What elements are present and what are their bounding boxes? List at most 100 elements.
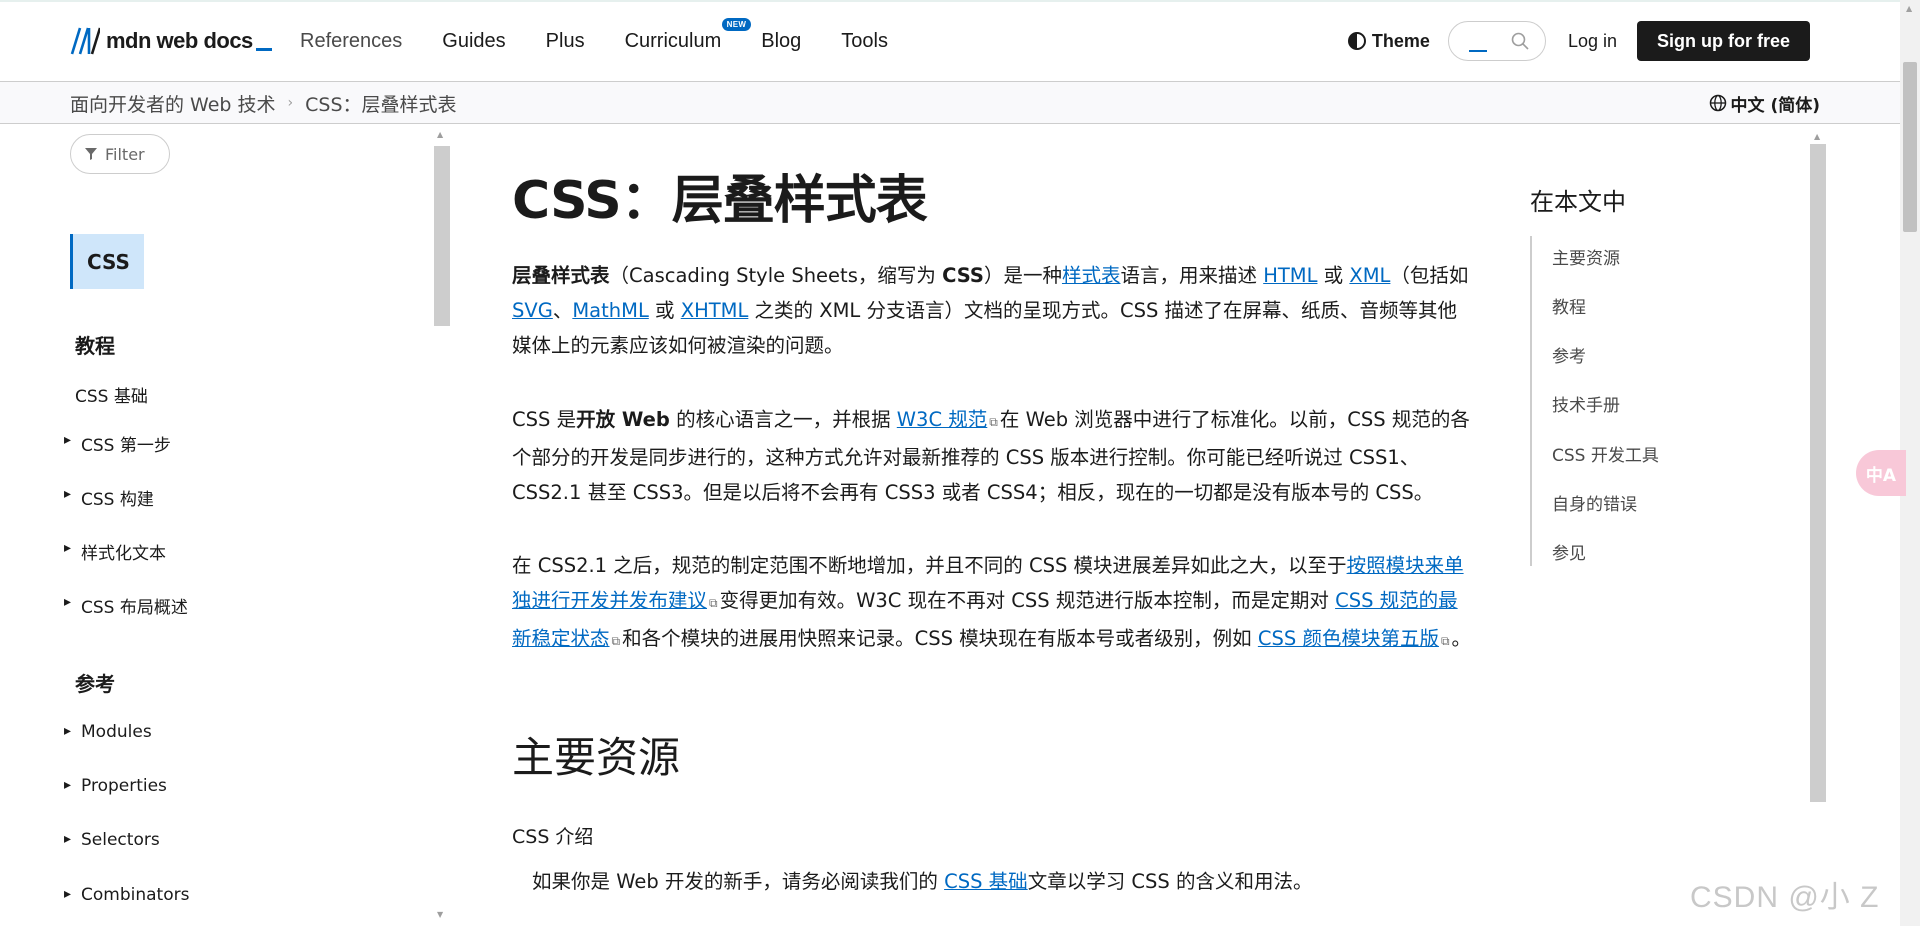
sidebar: Filter CSS 教程 CSS 基础 CSS 第一步 CSS 构建 样式化文… — [0, 124, 450, 926]
toc-item-cookbook[interactable]: 技术手册 — [1552, 391, 1620, 416]
sidebar-scrollbar-thumb[interactable] — [434, 146, 450, 326]
external-link-icon: ⧉ — [709, 596, 718, 610]
toc-title: 在本文中 — [1530, 188, 1626, 216]
csdn-watermark: CSDN @小 Z — [1690, 881, 1880, 914]
new-badge: NEW — [721, 17, 752, 31]
text: 或 — [648, 299, 681, 322]
sidebar-item-css-layout[interactable]: CSS 布局概述 — [64, 593, 188, 618]
toc-item-meta-bugs[interactable]: 自身的错误 — [1552, 490, 1637, 515]
link-mathml[interactable]: MathML — [572, 299, 648, 322]
toc-item-see-also[interactable]: 参见 — [1552, 539, 1586, 564]
text: 如果你是 Web 开发的新手，请务必阅读我们的 — [532, 870, 945, 893]
theme-button[interactable]: Theme — [1347, 30, 1430, 52]
sidebar-item-modules[interactable]: Modules — [64, 722, 152, 742]
toc-item-tutorials[interactable]: 教程 — [1552, 293, 1586, 318]
toc-list: 主要资源 教程 参考 技术手册 CSS 开发工具 自身的错误 参见 — [1530, 236, 1750, 566]
sidebar-item-properties[interactable]: Properties — [64, 776, 167, 796]
sidebar-heading-tutorials: 教程 — [75, 334, 115, 358]
toc-item-devtools[interactable]: CSS 开发工具 — [1552, 441, 1659, 466]
link-svg[interactable]: SVG — [512, 299, 553, 322]
sidebar-item-styling-text[interactable]: 样式化文本 — [64, 539, 166, 564]
article: CSS：层叠样式表 层叠样式表（Cascading Style Sheets，缩… — [512, 124, 1472, 926]
sidebar-item-selectors[interactable]: Selectors — [64, 830, 160, 850]
theme-label: Theme — [1371, 30, 1430, 51]
intro-description: 如果你是 Web 开发的新手，请务必阅读我们的 CSS 基础文章以学习 CSS … — [532, 865, 1312, 894]
main-nav: References Guides Plus Curriculum NEW Blo… — [300, 0, 928, 82]
text: 、 — [552, 299, 573, 322]
window-scroll-up-icon[interactable]: ▲ — [1906, 4, 1912, 13]
toc-item-reference[interactable]: 参考 — [1552, 342, 1586, 367]
signup-button[interactable]: Sign up for free — [1636, 21, 1810, 61]
text: （包括如 — [1390, 264, 1469, 287]
language-label: 中文 (简体) — [1730, 95, 1820, 116]
link-color-module[interactable]: CSS 颜色模块第五版 — [1258, 627, 1439, 650]
nav-blog[interactable]: Blog — [761, 30, 801, 53]
text: 的核心语言之一，并根据 — [669, 408, 897, 431]
globe-icon — [1709, 94, 1726, 112]
text: 和各个模块的进展用快照来记录。CSS 模块现在有版本号或者级别，例如 — [622, 627, 1258, 650]
sidebar-item-css-active[interactable]: CSS — [70, 234, 144, 289]
search-cursor-icon — [1468, 50, 1487, 52]
text: ）是一种 — [983, 264, 1062, 287]
login-link[interactable]: Log in — [1568, 31, 1617, 52]
search-input[interactable] — [1447, 21, 1546, 61]
search-icon — [1511, 32, 1529, 50]
open-web-paragraph: CSS 是开放 Web 的核心语言之一，并根据 W3C 规范 ⧉ 在 Web 浏览器… — [512, 402, 1472, 510]
breadcrumb: 面向开发者的 Web 技术 › CSS：层叠样式表 — [70, 82, 457, 124]
link-stylesheet[interactable]: 样式表 — [1062, 264, 1121, 287]
sidebar-scroll-up-icon[interactable]: ▲ — [437, 130, 443, 139]
translate-float-button[interactable]: 中A — [1856, 450, 1906, 496]
breadcrumb-bar: 面向开发者的 Web 技术 › CSS：层叠样式表 中文 (简体) — [0, 82, 1900, 124]
text: CSS 是 — [512, 408, 577, 431]
text: 文章以学习 CSS 的含义和用法。 — [1027, 870, 1313, 893]
table-of-contents: 在本文中 主要资源 教程 参考 技术手册 CSS 开发工具 自身的错误 参见 — [1530, 124, 1830, 624]
breadcrumb-separator-icon: › — [287, 95, 294, 111]
nav-guides[interactable]: Guides — [442, 30, 505, 53]
external-link-icon: ⧉ — [611, 634, 621, 648]
page-title: CSS：层叠样式表 — [512, 171, 928, 231]
language-switcher[interactable]: 中文 (简体) — [1709, 82, 1820, 124]
sidebar-item-combinators[interactable]: Combinators — [64, 885, 189, 905]
nav-plus[interactable]: Plus — [546, 30, 585, 53]
sidebar-scroll-down-icon[interactable]: ▼ — [437, 910, 443, 919]
logo-text: mdn web docs — [106, 28, 253, 53]
toc-item-key-resources[interactable]: 主要资源 — [1552, 244, 1620, 269]
mdn-logo-icon — [70, 27, 100, 55]
text: 在 CSS2.1 之后，规范的制定范围不断地增加，并且不同的 CSS 模块进展差… — [512, 554, 1347, 577]
text: 变得更加有效。W3C 现在不再对 CSS 规范进行版本控制，而是定期对 — [719, 589, 1336, 612]
text: 。 — [1451, 627, 1472, 650]
bold-css: CSS — [942, 264, 984, 287]
intro-paragraph: 层叠样式表（Cascading Style Sheets，缩写为 CSS）是一种… — [512, 258, 1472, 363]
nav-tools[interactable]: Tools — [841, 30, 888, 53]
link-html[interactable]: HTML — [1263, 264, 1317, 287]
breadcrumb-item-css[interactable]: CSS：层叠样式表 — [305, 90, 456, 117]
nav-curriculum-label: Curriculum — [624, 29, 722, 52]
nav-references[interactable]: References — [300, 30, 402, 53]
link-w3c-spec[interactable]: W3C 规范 — [897, 408, 988, 431]
link-xml[interactable]: XML — [1349, 264, 1390, 287]
window-scrollbar-thumb[interactable] — [1903, 62, 1917, 232]
filter-label: Filter — [105, 144, 145, 164]
external-link-icon: ⧉ — [1440, 634, 1450, 648]
external-link-icon: ⧉ — [989, 415, 998, 429]
link-css-basics[interactable]: CSS 基础 — [944, 870, 1028, 893]
link-xhtml[interactable]: XHTML — [681, 299, 749, 322]
text: 语言，用来描述 — [1120, 264, 1264, 287]
sidebar-item-css-basics[interactable]: CSS 基础 — [75, 382, 148, 407]
sidebar-filter[interactable]: Filter — [70, 134, 170, 174]
modules-paragraph: 在 CSS2.1 之后，规范的制定范围不断地增加，并且不同的 CSS 模块进展差… — [512, 548, 1472, 659]
nav-actions: Theme Log in Sign up for free — [1347, 0, 1810, 82]
breadcrumb-item-web-tech[interactable]: 面向开发者的 Web 技术 — [70, 90, 276, 117]
nav-curriculum[interactable]: Curriculum NEW — [624, 17, 752, 53]
text: （Cascading Style Sheets，缩写为 — [609, 264, 943, 287]
filter-icon — [85, 148, 97, 160]
logo-cursor-icon — [255, 47, 272, 51]
sidebar-item-css-first-steps[interactable]: CSS 第一步 — [64, 431, 171, 456]
mdn-logo[interactable]: mdn web docs — [70, 26, 272, 56]
content-scrollbar-thumb[interactable] — [1810, 144, 1826, 802]
section-heading-key-resources: 主要资源 — [512, 733, 681, 782]
bold-term: 层叠样式表 — [512, 264, 610, 287]
top-navigation: mdn web docs References Guides Plus Curr… — [0, 0, 1900, 82]
sidebar-item-css-building-blocks[interactable]: CSS 构建 — [64, 485, 154, 510]
toc-scroll-up-icon[interactable]: ▲ — [1814, 132, 1820, 141]
